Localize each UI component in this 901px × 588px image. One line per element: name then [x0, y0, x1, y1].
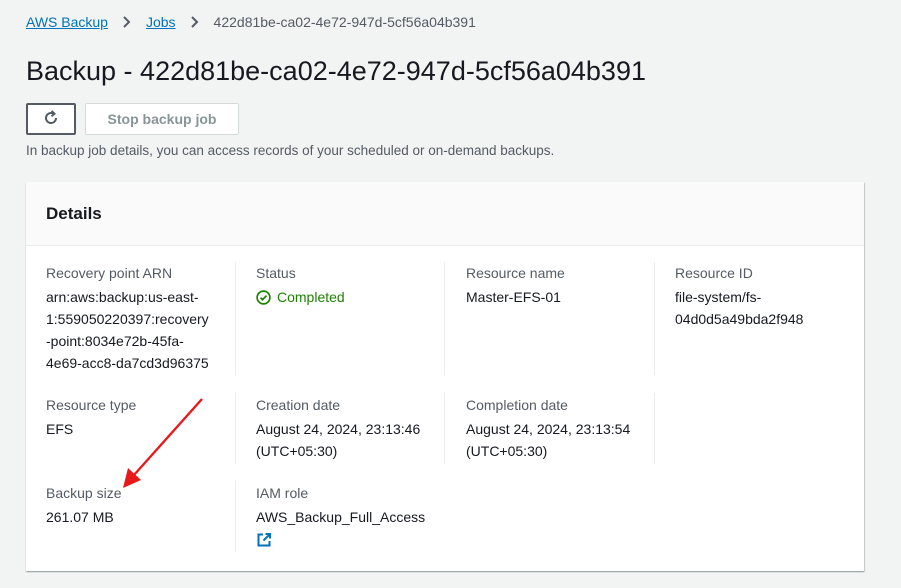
resource-name-value: Master-EFS-01: [466, 289, 561, 305]
details-heading: Details: [46, 203, 102, 223]
status-label: Status: [256, 265, 296, 281]
completion-date-field: Completion date August 24, 2024, 23:13:5…: [466, 394, 656, 462]
creation-date-line: (UTC+05:30): [256, 443, 338, 459]
creation-date-line: August 24, 2024, 23:13:46: [256, 421, 421, 437]
page-description: In backup job details, you can access re…: [26, 143, 555, 158]
recovery-point-arn-label: Recovery point ARN: [46, 265, 173, 281]
completion-date-line: August 24, 2024, 23:13:54: [466, 421, 631, 437]
arn-line: arn:aws:backup:us-east-: [46, 289, 199, 305]
external-link-icon[interactable]: [256, 532, 446, 554]
breadcrumb: AWS Backup Jobs 422d81be-ca02-4e72-947d-…: [26, 14, 476, 30]
refresh-icon: [42, 109, 60, 130]
iam-role-link[interactable]: AWS_Backup_Full_Access: [256, 509, 425, 525]
creation-date-field: Creation date August 24, 2024, 23:13:46 …: [256, 394, 446, 462]
status-field: Status Completed: [256, 262, 446, 308]
resource-type-field: Resource type EFS: [46, 394, 236, 440]
completion-date-value: August 24, 2024, 23:13:54 (UTC+05:30): [466, 418, 656, 462]
details-header: Details: [26, 182, 864, 246]
resource-id-line: 04d0d5a49bda2f948: [675, 311, 804, 327]
resource-id-label: Resource ID: [675, 265, 753, 281]
iam-role-label: IAM role: [256, 485, 309, 501]
stop-backup-job-button[interactable]: Stop backup job: [85, 103, 239, 135]
resource-id-value: file-system/fs- 04d0d5a49bda2f948: [675, 286, 865, 330]
arn-line: -point:8034e72b-45fa-: [46, 333, 184, 349]
breadcrumb-current: 422d81be-ca02-4e72-947d-5cf56a04b391: [213, 14, 476, 30]
creation-date-label: Creation date: [256, 397, 341, 413]
backup-size-field: Backup size 261.07 MB: [46, 482, 236, 528]
creation-date-value: August 24, 2024, 23:13:46 (UTC+05:30): [256, 418, 446, 462]
arn-line: 1:559050220397:recovery: [46, 311, 209, 327]
completion-date-label: Completion date: [466, 397, 568, 413]
backup-size-value: 261.07 MB: [46, 509, 114, 525]
resource-name-label: Resource name: [466, 265, 565, 281]
status-value: Completed: [277, 289, 345, 305]
iam-role-field: IAM role AWS_Backup_Full_Access: [256, 482, 446, 554]
resource-id-line: file-system/fs-: [675, 289, 762, 305]
recovery-point-arn-link[interactable]: arn:aws:backup:us-east- 1:559050220397:r…: [46, 286, 236, 374]
action-bar: Stop backup job: [26, 103, 239, 135]
resource-name-field: Resource name Master-EFS-01: [466, 262, 656, 308]
refresh-button[interactable]: [26, 103, 76, 135]
chevron-right-icon: [120, 15, 134, 29]
completion-date-line: (UTC+05:30): [466, 443, 548, 459]
page-title: Backup - 422d81be-ca02-4e72-947d-5cf56a0…: [26, 56, 646, 86]
chevron-right-icon: [188, 15, 202, 29]
status-badge: Completed: [256, 286, 446, 308]
recovery-point-arn-field: Recovery point ARN arn:aws:backup:us-eas…: [46, 262, 236, 374]
arn-line: 4e69-acc8-da7cd3d96375: [46, 355, 209, 371]
backup-size-label: Backup size: [46, 485, 122, 501]
breadcrumb-aws-backup[interactable]: AWS Backup: [26, 14, 108, 30]
resource-type-label: Resource type: [46, 397, 137, 413]
resource-type-value: EFS: [46, 421, 74, 437]
details-panel: Details Recovery point ARN arn:aws:backu…: [26, 182, 864, 571]
check-circle-icon: [256, 289, 271, 305]
breadcrumb-jobs[interactable]: Jobs: [146, 14, 176, 30]
resource-id-field: Resource ID file-system/fs- 04d0d5a49bda…: [675, 262, 865, 330]
